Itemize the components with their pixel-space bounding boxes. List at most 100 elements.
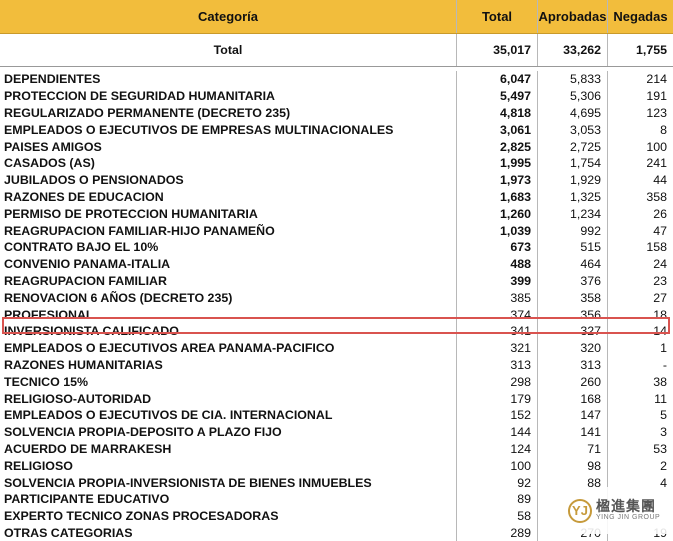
row-aprobadas: 992 xyxy=(537,222,607,239)
row-aprobadas: 141 xyxy=(537,423,607,441)
table-row: DEPENDIENTES 6,047 5,833 214 xyxy=(0,71,673,88)
total-row: Total 35,017 33,262 1,755 xyxy=(0,34,673,67)
row-negadas: 191 xyxy=(607,87,673,105)
row-total: 1,039 xyxy=(456,222,537,239)
row-total: 1,683 xyxy=(456,188,537,206)
row-aprobadas: 358 xyxy=(537,289,607,307)
header-aprobadas: Aprobadas xyxy=(537,0,607,33)
row-negadas: 358 xyxy=(607,188,673,206)
logo-text: 楹進集團 YING JIN GROUP xyxy=(596,497,660,522)
header-categoria: Categoría xyxy=(198,9,258,24)
table-row: SOLVENCIA PROPIA-DEPOSITO A PLAZO FIJO 14… xyxy=(0,423,673,441)
header-total: Total xyxy=(456,0,537,33)
row-total: 341 xyxy=(456,322,537,340)
row-category: RAZONES HUMANITARIAS xyxy=(4,357,163,372)
row-negadas: 8 xyxy=(607,121,673,139)
total-aprobadas: 33,262 xyxy=(537,34,607,66)
table-row: PROTECCION DE SEGURIDAD HUMANITARIA 5,497… xyxy=(0,87,673,105)
row-category: EMPLEADOS O EJECUTIVOS DE CIA. INTERNACI… xyxy=(4,408,333,423)
table-row: EMPLEADOS O EJECUTIVOS DE CIA. INTERNACI… xyxy=(0,406,673,424)
row-total: 2,825 xyxy=(456,138,537,155)
row-total: 179 xyxy=(456,390,537,407)
row-total: 289 xyxy=(456,524,537,541)
row-aprobadas: 515 xyxy=(537,238,607,256)
row-category: CASADOS (AS) xyxy=(4,156,95,171)
row-negadas: 18 xyxy=(607,306,673,323)
row-total: 321 xyxy=(456,339,537,357)
total-label: Total xyxy=(213,43,243,57)
row-category: SOLVENCIA PROPIA-DEPOSITO A PLAZO FIJO xyxy=(4,425,282,440)
total-total: 35,017 xyxy=(456,34,537,66)
row-total: 3,061 xyxy=(456,121,537,139)
row-negadas: 5 xyxy=(607,406,673,424)
row-aprobadas: 71 xyxy=(537,440,607,458)
row-category: CONVENIO PANAMA-ITALIA xyxy=(4,257,171,272)
row-negadas: - xyxy=(607,356,673,374)
table-row: INVERSIONISTA CALIFICADO 341 327 14 xyxy=(0,322,673,340)
row-aprobadas: 147 xyxy=(537,406,607,424)
row-total: 144 xyxy=(456,423,537,441)
table-row: CONVENIO PANAMA-ITALIA 488 464 24 xyxy=(0,255,673,273)
row-negadas: 158 xyxy=(607,238,673,256)
row-aprobadas: 464 xyxy=(537,255,607,273)
row-aprobadas: 98 xyxy=(537,457,607,475)
table-row: RENOVACION 6 AÑOS (DECRETO 235) 385 358 27 xyxy=(0,289,673,307)
row-total: 1,995 xyxy=(456,154,537,172)
header-negadas: Negadas xyxy=(607,0,673,33)
row-total: 4,818 xyxy=(456,104,537,122)
row-negadas: 27 xyxy=(607,289,673,307)
row-category: PARTICIPANTE EDUCATIVO xyxy=(4,492,170,507)
row-total: 298 xyxy=(456,373,537,391)
row-aprobadas: 1,234 xyxy=(537,205,607,223)
row-aprobadas: 260 xyxy=(537,373,607,391)
row-aprobadas: 327 xyxy=(537,322,607,340)
row-aprobadas: 1,929 xyxy=(537,171,607,189)
table-row: JUBILADOS O PENSIONADOS 1,973 1,929 44 xyxy=(0,171,673,189)
table-row: CASADOS (AS) 1,995 1,754 241 xyxy=(0,154,673,172)
row-negadas: 38 xyxy=(607,373,673,391)
row-negadas: 1 xyxy=(607,339,673,357)
table-row: TECNICO 15% 298 260 38 xyxy=(0,373,673,391)
table-row: RELIGIOSO-AUTORIDAD 179 168 11 xyxy=(0,390,673,407)
row-aprobadas: 5,833 xyxy=(537,71,607,88)
table-row: EMPLEADOS O EJECUTIVOS DE EMPRESAS MULTI… xyxy=(0,121,673,139)
row-negadas: 47 xyxy=(607,222,673,239)
row-category: RENOVACION 6 AÑOS (DECRETO 235) xyxy=(4,290,233,305)
row-category: REAGRUPACION FAMILIAR-HIJO PANAMEÑO xyxy=(4,223,275,238)
table-row: RELIGIOSO 100 98 2 xyxy=(0,457,673,475)
table-row: REAGRUPACION FAMILIAR-HIJO PANAMEÑO 1,039… xyxy=(0,222,673,239)
row-category: PROFESIONAL xyxy=(4,307,94,322)
table-row: PERMISO DE PROTECCION HUMANITARIA 1,260 1,… xyxy=(0,205,673,223)
table-row: EMPLEADOS O EJECUTIVOS AREA PANAMA-PACIF… xyxy=(0,339,673,357)
table-row: CONTRATO BAJO EL 10% 673 515 158 xyxy=(0,238,673,256)
row-aprobadas: 2,725 xyxy=(537,138,607,155)
row-category: JUBILADOS O PENSIONADOS xyxy=(4,173,184,188)
row-aprobadas: 320 xyxy=(537,339,607,357)
row-negadas: 11 xyxy=(607,390,673,407)
row-category: CONTRATO BAJO EL 10% xyxy=(4,240,159,255)
row-total: 92 xyxy=(456,474,537,491)
row-negadas: 26 xyxy=(607,205,673,223)
table-row: ACUERDO DE MARRAKESH 124 71 53 xyxy=(0,440,673,458)
row-category: REGULARIZADO PERMANENTE (DECRETO 235) xyxy=(4,105,291,120)
row-total: 488 xyxy=(456,255,537,273)
watermark-logo: YJ 楹進集團 YING JIN GROUP xyxy=(566,487,673,534)
categories-table: Categoría Total Aprobadas Negadas Total … xyxy=(0,0,673,541)
row-category: DEPENDIENTES xyxy=(4,72,101,87)
total-negadas: 1,755 xyxy=(607,34,673,66)
logo-chinese: 楹進集團 xyxy=(596,497,656,514)
row-negadas: 23 xyxy=(607,272,673,290)
table-row: REGULARIZADO PERMANENTE (DECRETO 235) 4,8… xyxy=(0,104,673,122)
row-negadas: 100 xyxy=(607,138,673,155)
row-category: EMPLEADOS O EJECUTIVOS AREA PANAMA-PACIF… xyxy=(4,341,335,356)
row-total: 374 xyxy=(456,306,537,323)
row-category: EXPERTO TECNICO ZONAS PROCESADORAS xyxy=(4,509,279,524)
row-total: 1,973 xyxy=(456,171,537,189)
row-total: 89 xyxy=(456,490,537,508)
row-aprobadas: 1,325 xyxy=(537,188,607,206)
row-category: RELIGIOSO xyxy=(4,458,73,473)
row-negadas: 14 xyxy=(607,322,673,340)
row-total: 673 xyxy=(456,238,537,256)
row-negadas: 123 xyxy=(607,104,673,122)
row-total: 399 xyxy=(456,272,537,290)
